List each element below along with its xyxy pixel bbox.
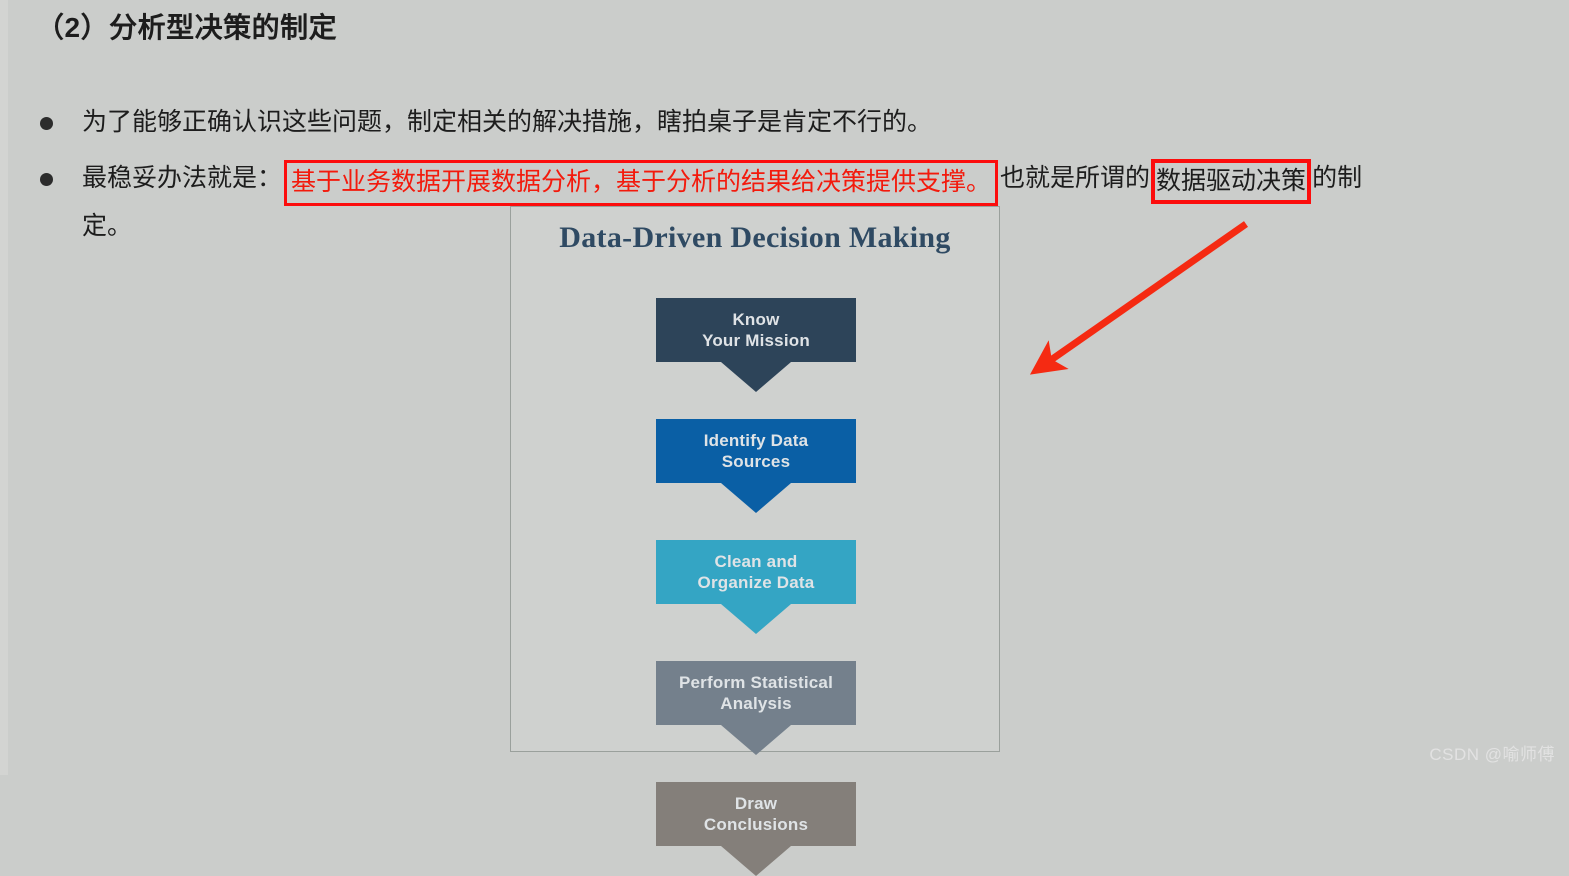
step-label-line1: Clean and — [714, 552, 798, 571]
bullet-text-2: 最稳妥办法就是： 基于业务数据开展数据分析，基于分析的结果给决策提供支撑。 也就是所… — [82, 156, 1362, 206]
step-label-line2: Analysis — [720, 694, 792, 713]
step-notch-icon — [721, 725, 791, 755]
flowchart-steps: Know Your Mission Identify Data Sources … — [511, 298, 1001, 876]
step-notch-icon — [721, 846, 791, 876]
flowchart-figure: Data-Driven Decision Making Know Your Mi… — [510, 206, 1000, 876]
flowchart-step-know-your-mission: Know Your Mission — [656, 298, 856, 392]
step-gap — [511, 513, 1001, 540]
csdn-watermark: CSDN @喻师傅 — [1429, 745, 1555, 764]
step-body: Identify Data Sources — [656, 419, 856, 483]
step-gap — [511, 392, 1001, 419]
step-label-line2: Conclusions — [703, 815, 809, 834]
bullet-text-1: 为了能够正确认识这些问题，制定相关的解决措施，瞎拍桌子是肯定不行的。 — [82, 100, 932, 144]
flowchart-title: Data-Driven Decision Making — [559, 221, 951, 254]
step-body: Draw Conclusions — [656, 782, 856, 846]
step-label-line1: Draw — [734, 794, 778, 813]
step-label-line1: Identify Data — [703, 431, 809, 450]
flowchart-step-identify-data-sources: Identify Data Sources — [656, 419, 856, 513]
step-label-line2: Organize Data — [697, 573, 815, 592]
step-body: Clean and Organize Data — [656, 540, 856, 604]
flowchart-step-perform-statistical-analysis: Perform Statistical Analysis — [656, 661, 856, 755]
page-title: （2）分析型决策的制定 — [36, 12, 338, 43]
highlight-box-analysis-statement: 基于业务数据开展数据分析，基于分析的结果给决策提供支撑。 — [284, 160, 999, 206]
list-item: 为了能够正确认识这些问题，制定相关的解决措施，瞎拍桌子是肯定不行的。 — [0, 96, 1569, 152]
highlight-box-data-driven-decision: 数据驱动决策 — [1151, 159, 1312, 204]
bullet-1-segment-plain: 为了能够正确认识这些问题，制定相关的解决措施，瞎拍桌子是肯定不行的。 — [82, 108, 933, 136]
step-label-line1: Know — [732, 310, 780, 329]
bullet-2-segment-mid: 也就是所谓的 — [1000, 164, 1151, 192]
step-label-line1: Perform Statistical — [678, 673, 834, 692]
step-notch-icon — [721, 362, 791, 392]
step-label-line2: Your Mission — [702, 331, 810, 350]
step-body: Perform Statistical Analysis — [656, 661, 856, 725]
red-pointer-arrow — [1029, 221, 1249, 375]
step-gap — [511, 755, 1001, 782]
flowchart-step-clean-and-organize-data: Clean and Organize Data — [656, 540, 856, 634]
step-label-line2: Sources — [721, 452, 791, 471]
bullet-dot-icon — [40, 173, 53, 186]
step-notch-icon — [721, 604, 791, 634]
bullet-2-wrapped-line: 定。 — [82, 212, 133, 240]
flowchart-step-draw-conclusions: Draw Conclusions — [656, 782, 856, 876]
step-gap — [511, 634, 1001, 661]
step-body: Know Your Mission — [656, 298, 856, 362]
step-notch-icon — [721, 483, 791, 513]
bullet-list: 为了能够正确认识这些问题，制定相关的解决措施，瞎拍桌子是肯定不行的。 最稳妥办法… — [0, 96, 1569, 208]
bullet-dot-icon — [40, 117, 53, 130]
list-item: 最稳妥办法就是： 基于业务数据开展数据分析，基于分析的结果给决策提供支撑。 也就是所… — [0, 152, 1569, 208]
bullet-2-segment-lead: 最稳妥办法就是： — [82, 164, 283, 192]
bullet-2-segment-tail: 的制 — [1312, 164, 1363, 192]
